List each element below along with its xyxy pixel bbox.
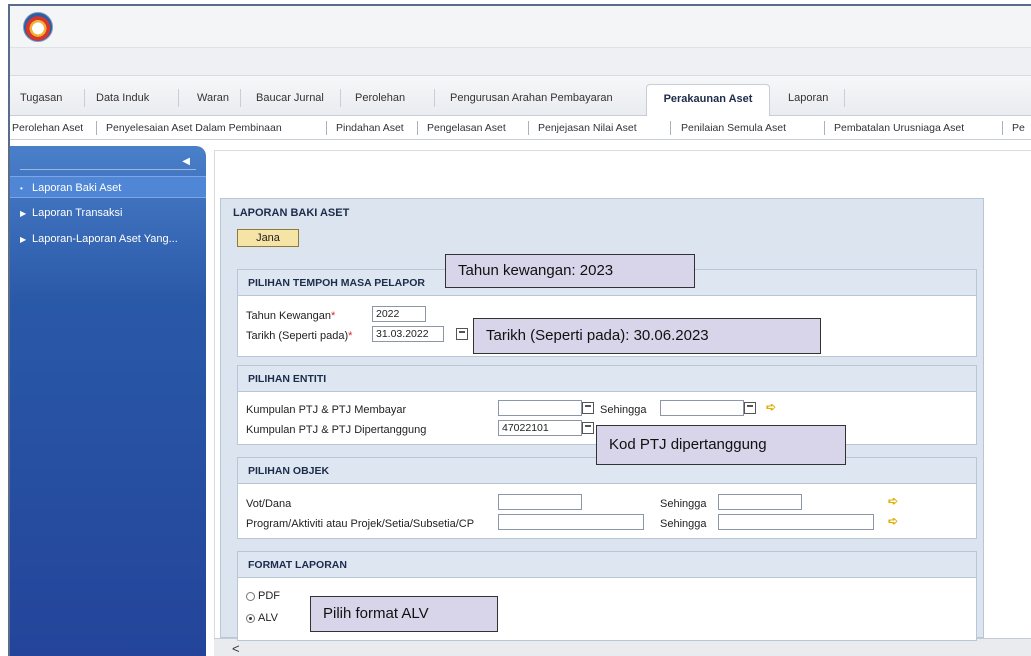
subtab-more[interactable]: Pe [1012, 122, 1025, 134]
sidebar: ◀ • Laporan Baki Aset ▶ Laporan Transaksi … [10, 146, 206, 656]
sub-tab-bar: Perolehan Aset Penyelesaian Aset Dalam P… [10, 116, 1031, 140]
subtab-pengelasan-aset[interactable]: Pengelasan Aset [427, 122, 506, 134]
subtab-divider [96, 121, 97, 135]
tab-tugasan[interactable]: Tugasan [20, 92, 62, 104]
subtab-pindahan-aset[interactable]: Pindahan Aset [336, 122, 404, 134]
callout-tahun-kewangan: Tahun kewangan: 2023 [445, 254, 695, 288]
tab-laporan[interactable]: Laporan [788, 92, 828, 104]
vot-dana-sehingga-input[interactable] [718, 494, 802, 510]
expand-arrow-icon: ▶ [20, 235, 27, 244]
subtab-perolehan-aset[interactable]: Perolehan Aset [12, 122, 83, 134]
sidebar-item-laporan-transaksi[interactable]: ▶ Laporan Transaksi [10, 202, 206, 224]
subtab-divider [824, 121, 825, 135]
page-title: LAPORAN BAKI ASET [233, 207, 350, 219]
arrow-right-icon[interactable]: ➪ [888, 495, 900, 507]
callout-kod-ptj: Kod PTJ dipertanggung [596, 425, 846, 465]
sehingga-input[interactable] [660, 400, 744, 416]
tab-perakaunan-aset-label: Perakaunan Aset [663, 93, 753, 105]
sidebar-item-label: Laporan Baki Aset [32, 182, 122, 194]
sidebar-item-laporan-baki-aset[interactable]: • Laporan Baki Aset [10, 176, 206, 198]
vot-dana-label: Vot/Dana [246, 498, 292, 510]
tahun-kewangan-input[interactable]: 2022 [372, 306, 426, 322]
calendar-icon[interactable] [582, 402, 594, 414]
tahun-kewangan-label: Tahun Kewangan* [246, 310, 336, 322]
arrow-right-icon[interactable]: ➪ [888, 515, 900, 527]
tab-data-induk[interactable]: Data Induk [96, 92, 149, 104]
tab-waran[interactable]: Waran [197, 92, 229, 104]
subtab-pembatalan-urusniaga-aset[interactable]: Pembatalan Urusniaga Aset [834, 122, 964, 134]
section-title: PILIHAN ENTITI [238, 366, 976, 392]
top-header [10, 6, 1031, 48]
section-title: FORMAT LAPORAN [238, 552, 976, 578]
sidebar-item-label: Laporan Transaksi [32, 207, 123, 219]
header-strip [10, 48, 1031, 76]
calendar-icon[interactable] [456, 328, 468, 340]
tab-divider [84, 89, 85, 107]
tab-perolehan[interactable]: Perolehan [355, 92, 405, 104]
group-objek: PILIHAN OBJEK Vot/Dana Sehingga ➪ Progra… [237, 457, 977, 539]
program-label: Program/Aktiviti atau Projek/Setia/Subse… [246, 518, 475, 530]
sidebar-item-laporan-aset-yang[interactable]: ▶ Laporan-Laporan Aset Yang... [10, 228, 206, 250]
chevron-left-icon[interactable]: ◀ [182, 156, 190, 167]
calendar-icon[interactable] [582, 422, 594, 434]
subtab-penjejasan-nilai-aset[interactable]: Penjejasan Nilai Aset [538, 122, 637, 134]
tab-divider [340, 89, 341, 107]
jana-button[interactable]: Jana [237, 229, 299, 247]
subtab-divider [670, 121, 671, 135]
vot-dana-input[interactable] [498, 494, 582, 510]
sehingga-label: Sehingga [600, 404, 647, 416]
logo-icon [23, 12, 53, 42]
tab-baucar-jurnal[interactable]: Baucar Jurnal [256, 92, 324, 104]
tab-divider [178, 89, 179, 107]
pdf-label: PDF [258, 590, 280, 602]
alv-radio[interactable] [246, 614, 255, 623]
tab-divider [844, 89, 845, 107]
program-input[interactable] [498, 514, 644, 530]
membayar-label: Kumpulan PTJ & PTJ Membayar [246, 404, 407, 416]
membayar-input[interactable] [498, 400, 582, 416]
pdf-radio[interactable] [246, 592, 255, 601]
sehingga-label: Sehingga [660, 518, 707, 530]
sehingga-label: Sehingga [660, 498, 707, 510]
subtab-penilaian-semula-aset[interactable]: Penilaian Semula Aset [681, 122, 786, 134]
sidebar-collapse-bar: ◀ [20, 154, 196, 170]
subtab-divider [1002, 121, 1003, 135]
expand-arrow-icon: ▶ [20, 209, 27, 218]
alv-label: ALV [258, 612, 278, 624]
arrow-right-icon[interactable]: ➪ [766, 401, 778, 413]
calendar-icon[interactable] [744, 402, 756, 414]
tab-divider [240, 89, 241, 107]
callout-format-alv: Pilih format ALV [310, 596, 498, 632]
dipertanggung-label: Kumpulan PTJ & PTJ Dipertanggung [246, 424, 427, 436]
dipertanggung-input[interactable]: 47022101 [498, 420, 582, 436]
tarikh-input[interactable]: 31.03.2022 [372, 326, 444, 342]
sidebar-item-label: Laporan-Laporan Aset Yang... [32, 233, 178, 245]
scroll-left-icon[interactable]: < [232, 641, 240, 656]
tab-pengurusan-arahan-pembayaran[interactable]: Pengurusan Arahan Pembayaran [450, 92, 613, 104]
subtab-divider [326, 121, 327, 135]
subtab-divider [528, 121, 529, 135]
callout-tarikh: Tarikh (Seperti pada): 30.06.2023 [473, 318, 821, 354]
tab-divider [434, 89, 435, 107]
tarikh-label: Tarikh (Seperti pada)* [246, 330, 353, 342]
bullet-icon: • [20, 184, 23, 193]
main-tab-bar: Tugasan Data Induk Waran Baucar Jurnal P… [10, 76, 1031, 117]
tab-perakaunan-aset[interactable]: Perakaunan Aset [646, 84, 770, 117]
program-sehingga-input[interactable] [718, 514, 874, 530]
subtab-penyelesaian-aset[interactable]: Penyelesaian Aset Dalam Pembinaan [106, 122, 282, 134]
subtab-divider [417, 121, 418, 135]
